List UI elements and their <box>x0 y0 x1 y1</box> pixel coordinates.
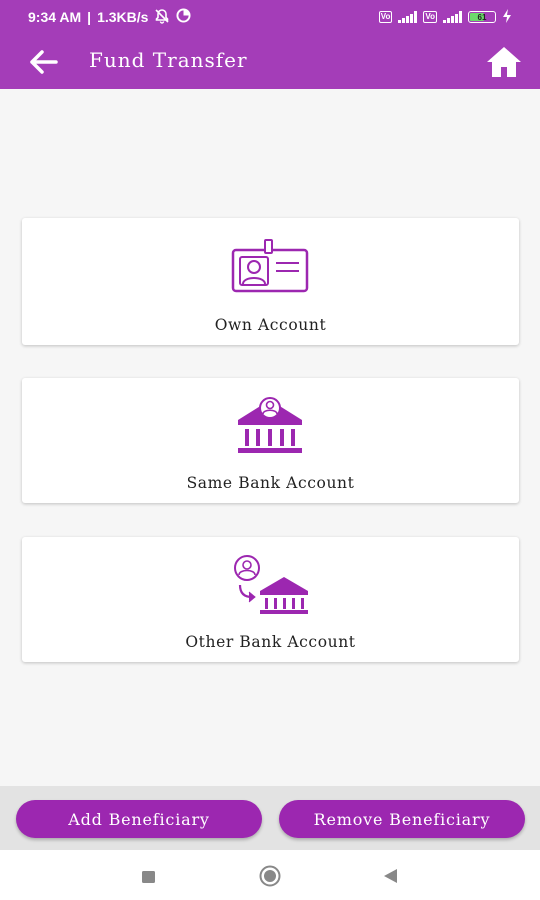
mute-bell-icon <box>154 8 170 27</box>
home-circle-icon <box>259 865 281 887</box>
status-separator: | <box>87 9 92 25</box>
app-bar: Fund Transfer <box>0 34 540 89</box>
home-icon <box>487 47 521 77</box>
back-nav-button[interactable] <box>381 867 399 889</box>
same-bank-account-card[interactable]: Same Bank Account <box>22 378 519 503</box>
id-card-icon <box>231 239 309 293</box>
data-saver-icon <box>176 8 191 26</box>
home-nav-button[interactable] <box>258 865 282 891</box>
page-title: Fund Transfer <box>89 48 248 72</box>
status-right: Vo Vo 61 <box>378 8 512 26</box>
arrow-left-icon <box>30 50 58 74</box>
status-time: 9:34 AM <box>28 9 82 25</box>
battery-icon: 61 <box>468 11 496 23</box>
volte-icon-2: Vo <box>423 11 437 23</box>
system-nav-bar <box>0 850 540 900</box>
same-bank-account-label: Same Bank Account <box>186 474 355 492</box>
status-left: 9:34 AM | 1.3KB/s <box>28 8 191 27</box>
own-account-label: Own Account <box>214 316 327 334</box>
charging-icon <box>502 8 512 26</box>
recents-square-icon <box>142 871 155 883</box>
add-beneficiary-button[interactable]: Add Beneficiary <box>16 800 262 838</box>
status-bar: 9:34 AM | 1.3KB/s Vo Vo 61 <box>0 0 540 34</box>
other-bank-account-card[interactable]: Other Bank Account <box>22 537 519 662</box>
own-account-card[interactable]: Own Account <box>22 218 519 345</box>
home-button[interactable] <box>484 44 524 80</box>
back-button[interactable] <box>26 46 62 78</box>
recents-button[interactable] <box>141 869 156 888</box>
other-bank-account-label: Other Bank Account <box>185 633 356 651</box>
action-bar: Add Beneficiary Remove Beneficiary <box>0 786 540 850</box>
remove-beneficiary-button[interactable]: Remove Beneficiary <box>279 800 525 838</box>
signal-icon <box>398 11 418 23</box>
back-triangle-icon <box>384 869 397 883</box>
network-speed: 1.3KB/s <box>97 9 149 25</box>
bank-user-icon <box>238 397 302 453</box>
signal-icon-2 <box>443 11 462 23</box>
transfer-bank-icon <box>234 555 308 614</box>
volte-icon: Vo <box>378 11 393 23</box>
battery-level: 61 <box>477 12 487 22</box>
